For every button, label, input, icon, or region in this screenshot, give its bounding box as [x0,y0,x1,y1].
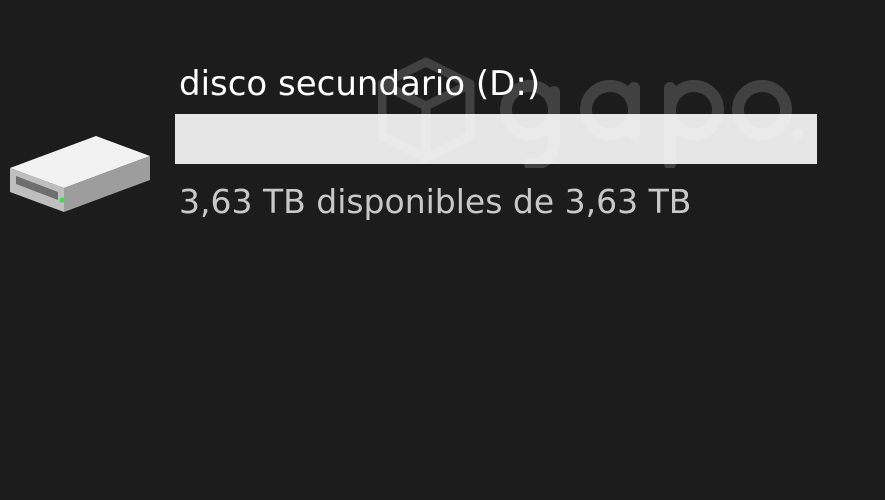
drive-free-space: 3,63 TB disponibles de 3,63 TB [179,182,692,221]
storage-usage-bar [175,114,817,164]
hard-drive-icon [10,136,150,212]
drive-name: disco secundario (D:) [179,64,541,104]
drive-tile[interactable]: disco secundario (D:) 3,63 TB disponible… [0,50,860,240]
